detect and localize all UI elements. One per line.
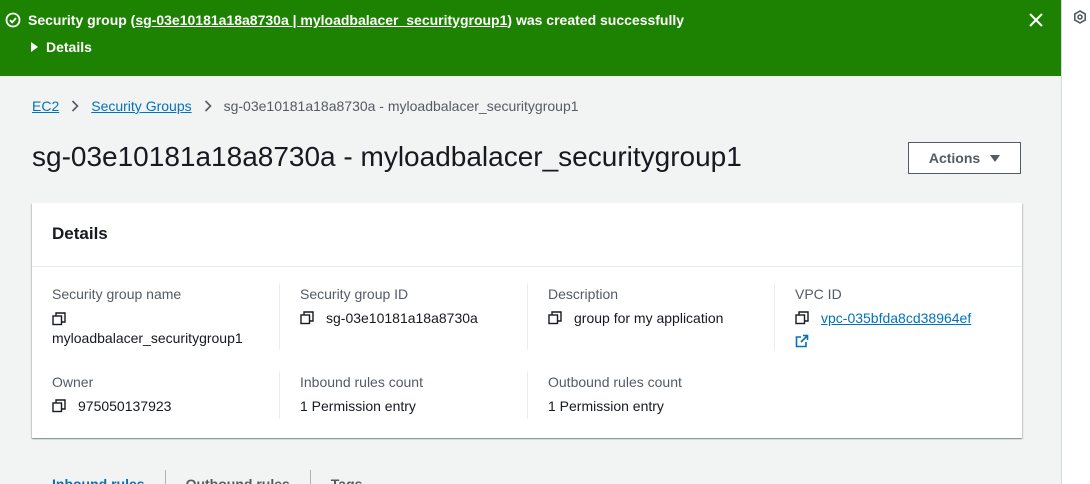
- vpc-id-link[interactable]: vpc-035bfda8cd38964ef: [821, 310, 971, 326]
- settings-hex-icon[interactable]: [1073, 10, 1087, 24]
- copy-icon[interactable]: [795, 311, 809, 325]
- flash-message: Security group (sg-03e10181a18a8730a | m…: [28, 12, 684, 28]
- details-card-header: Details: [32, 203, 1022, 267]
- field-label: VPC ID: [795, 286, 842, 302]
- success-flash-banner: Security group (sg-03e10181a18a8730a | m…: [0, 0, 1061, 76]
- breadcrumb-ec2[interactable]: EC2: [32, 98, 59, 114]
- security-group-id-value: sg-03e10181a18a8730a: [326, 310, 478, 326]
- breadcrumb-current: sg-03e10181a18a8730a - myloadbalacer_sec…: [223, 98, 579, 114]
- breadcrumb-security-groups[interactable]: Security Groups: [91, 98, 191, 114]
- field-label: Outbound rules count: [548, 374, 682, 390]
- details-card-title: Details: [52, 224, 108, 243]
- field-security-group-id: Security group ID sg-03e10181a18a8730a: [300, 286, 478, 326]
- caret-right-icon: [31, 42, 38, 52]
- copy-icon[interactable]: [52, 399, 66, 413]
- flash-message-prefix: Security group (: [28, 12, 136, 28]
- column-divider: [527, 371, 528, 419]
- chevron-right-icon: [72, 100, 79, 112]
- external-link-icon[interactable]: [795, 334, 809, 348]
- chevron-right-icon: [204, 100, 212, 112]
- close-icon[interactable]: [1027, 11, 1045, 29]
- flash-message-suffix: ) was created successfully: [507, 12, 685, 28]
- tabs: Inbound rules Outbound rules Tags: [32, 470, 382, 484]
- field-owner: Owner 975050137923: [52, 374, 171, 414]
- field-label: Description: [548, 286, 619, 302]
- flash-details-label: Details: [46, 39, 92, 55]
- copy-icon[interactable]: [548, 311, 562, 325]
- description-value: group for my application: [574, 310, 724, 326]
- actions-button-label: Actions: [928, 150, 981, 166]
- security-group-name-value: myloadbalacer_securitygroup1: [52, 330, 243, 347]
- flash-security-group-link[interactable]: sg-03e10181a18a8730a | myloadbalacer_sec…: [135, 12, 507, 28]
- copy-icon[interactable]: [52, 312, 66, 326]
- owner-value: 975050137923: [78, 398, 172, 414]
- page-title: sg-03e10181a18a8730a - myloadbalacer_sec…: [32, 141, 742, 172]
- outbound-rules-count-value: 1 Permission entry: [548, 398, 664, 414]
- right-side-panel: [1062, 0, 1090, 484]
- tab-inbound-rules[interactable]: Inbound rules: [32, 470, 166, 484]
- actions-button[interactable]: Actions: [908, 142, 1021, 174]
- field-security-group-name: Security group name myloadbalacer_securi…: [52, 286, 243, 346]
- flash-details-toggle[interactable]: Details: [31, 39, 92, 55]
- field-label: Security group ID: [300, 286, 409, 302]
- details-card: Details Security group name myloadbalace…: [32, 203, 1022, 438]
- field-label: Security group name: [52, 286, 182, 302]
- field-label: Owner: [52, 374, 94, 390]
- breadcrumb: EC2 Security Groups sg-03e10181a18a8730a…: [32, 98, 579, 114]
- tab-tags[interactable]: Tags: [311, 470, 383, 484]
- column-divider: [279, 283, 280, 350]
- field-outbound-rules-count: Outbound rules count 1 Permission entry: [548, 374, 682, 414]
- success-check-icon: [5, 12, 21, 28]
- caret-down-icon: [990, 154, 1001, 162]
- field-description: Description group for my application: [548, 286, 723, 326]
- field-vpc-id: VPC ID vpc-035bfda8cd38964ef: [795, 286, 971, 348]
- tab-outbound-rules[interactable]: Outbound rules: [166, 470, 311, 484]
- copy-icon[interactable]: [300, 311, 314, 325]
- field-label: Inbound rules count: [300, 374, 423, 390]
- field-inbound-rules-count: Inbound rules count 1 Permission entry: [300, 374, 423, 414]
- column-divider: [279, 371, 280, 419]
- inbound-rules-count-value: 1 Permission entry: [300, 398, 416, 414]
- column-divider: [527, 283, 528, 350]
- column-divider: [774, 283, 775, 350]
